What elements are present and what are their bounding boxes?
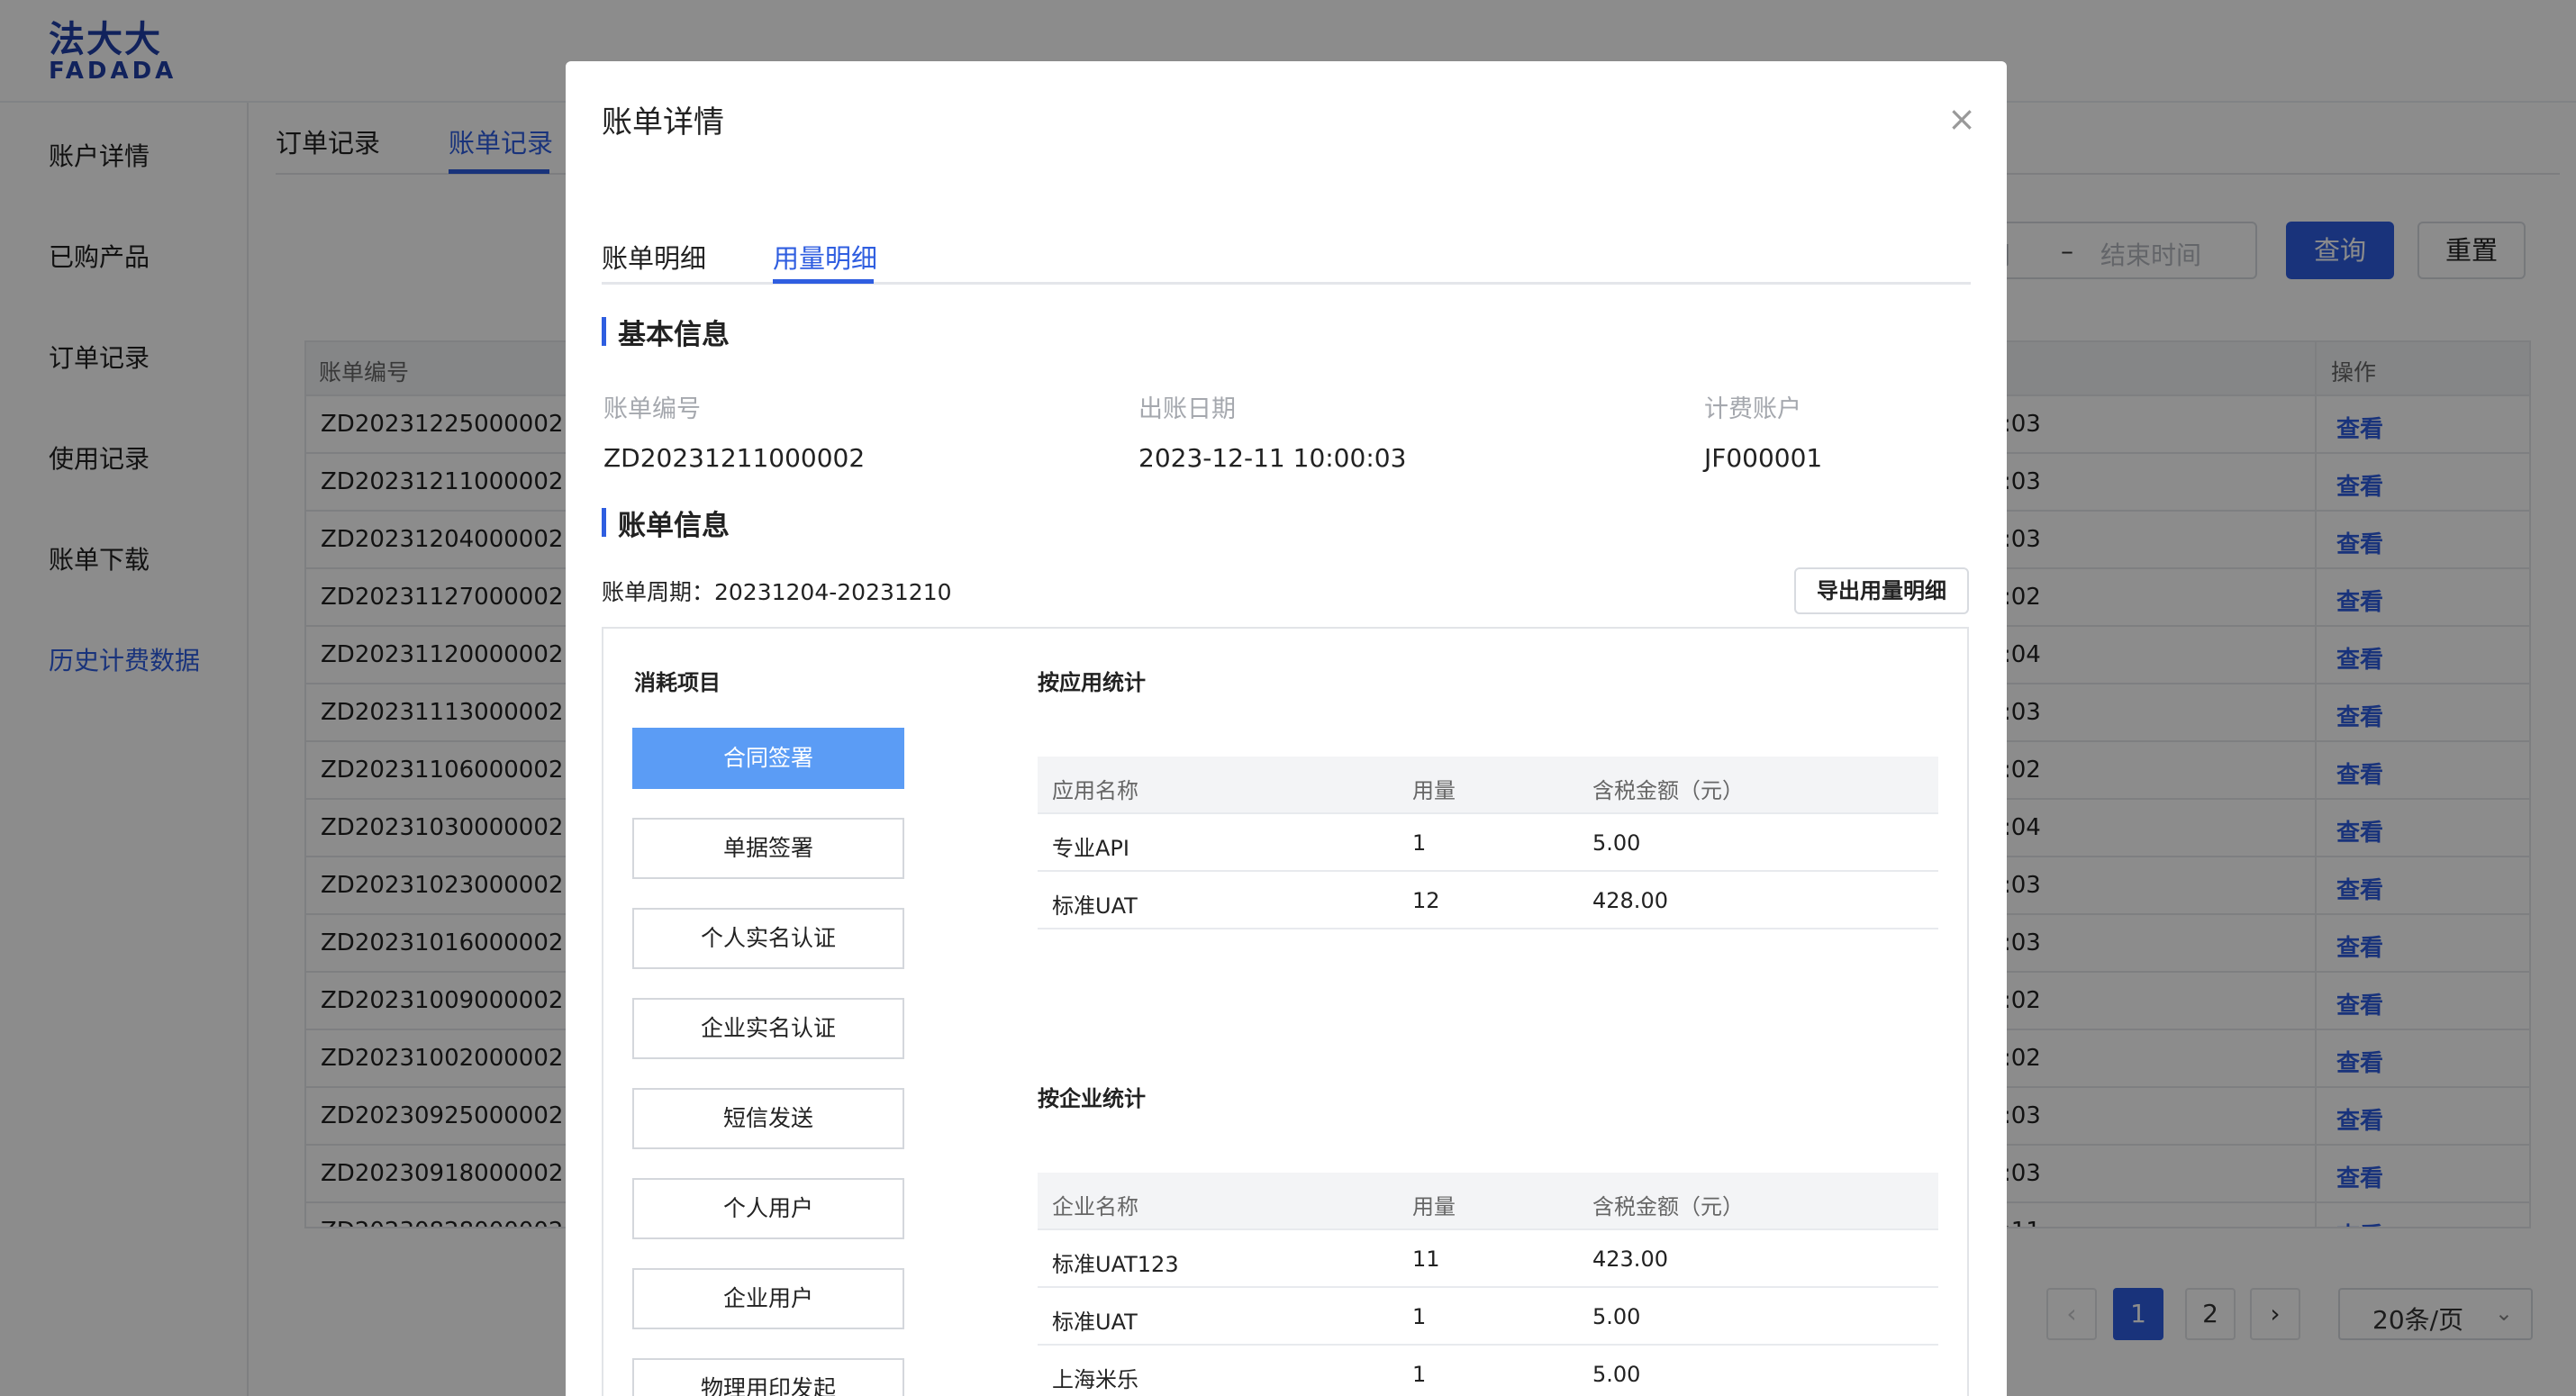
section-accent-bar <box>602 317 606 346</box>
table-header: 应用名称 用量 含税金额（元） <box>1038 757 1938 814</box>
modal-title: 账单详情 <box>602 104 724 141</box>
cell-usage: 12 <box>1412 888 1440 913</box>
by-company-table: 企业名称 用量 含税金额（元） 标准UAT123 11 423.00 标准UAT… <box>1038 1173 1938 1396</box>
label-billing-account: 计费账户 <box>1704 395 1801 423</box>
cell-amount: 428.00 <box>1592 888 1668 913</box>
consume-item-personal-verify[interactable]: 个人实名认证 <box>632 908 904 969</box>
cell-company-name: 标准UAT <box>1052 1310 1138 1335</box>
by-app-title: 按应用统计 <box>1038 670 1146 695</box>
bill-detail-modal: 账单详情 × 账单明细 用量明细 基本信息 账单编号 ZD20231211000… <box>566 61 2007 1396</box>
header-amount: 含税金额（元） <box>1592 778 1744 803</box>
consume-item-company-user[interactable]: 企业用户 <box>632 1268 904 1329</box>
consume-item-contract-sign[interactable]: 合同签署 <box>632 728 904 789</box>
tab-bill-detail[interactable]: 账单明细 <box>602 238 706 276</box>
section-basic-info: 基本信息 <box>602 312 730 352</box>
usage-panel: 消耗项目 合同签署 单据签署 个人实名认证 企业实名认证 短信发送 个人用户 企… <box>602 627 1969 1396</box>
consume-items-label: 消耗项目 <box>634 670 721 695</box>
cell-amount: 423.00 <box>1592 1246 1668 1272</box>
cell-company-name: 上海米乐 <box>1052 1367 1138 1392</box>
consume-item-sms[interactable]: 短信发送 <box>632 1088 904 1149</box>
value-bill-id: ZD20231211000002 <box>603 443 866 473</box>
cell-usage: 1 <box>1412 1362 1427 1387</box>
by-app-table: 应用名称 用量 含税金额（元） 专业API 1 5.00 标准UAT 12 42… <box>1038 757 1938 931</box>
consume-item-physical-seal[interactable]: 物理用印发起 <box>632 1358 904 1396</box>
cell-amount: 5.00 <box>1592 1304 1641 1329</box>
value-bill-date: 2023-12-11 10:00:03 <box>1138 443 1407 473</box>
section-accent-bar <box>602 508 606 537</box>
header-usage: 用量 <box>1412 778 1456 803</box>
by-company-title: 按企业统计 <box>1038 1086 1146 1111</box>
cell-usage: 11 <box>1412 1246 1440 1272</box>
header-company-name: 企业名称 <box>1052 1194 1138 1219</box>
close-icon[interactable]: × <box>1942 99 1982 139</box>
cell-app-name: 标准UAT <box>1052 893 1138 919</box>
section-bill-info: 账单信息 <box>602 503 730 543</box>
header-app-name: 应用名称 <box>1052 778 1138 803</box>
cell-usage: 1 <box>1412 1304 1427 1329</box>
export-usage-button[interactable]: 导出用量明细 <box>1794 567 1969 614</box>
header-usage: 用量 <box>1412 1194 1456 1219</box>
cell-app-name: 专业API <box>1052 836 1129 861</box>
consume-item-company-verify[interactable]: 企业实名认证 <box>632 998 904 1059</box>
table-header: 企业名称 用量 含税金额（元） <box>1038 1173 1938 1230</box>
value-billing-account: JF000001 <box>1704 443 1823 473</box>
table-row: 标准UAT 12 428.00 <box>1038 872 1938 929</box>
table-row: 专业API 1 5.00 <box>1038 814 1938 872</box>
modal-tabs: 账单明细 用量明细 <box>602 225 1971 285</box>
cell-company-name: 标准UAT123 <box>1052 1252 1179 1277</box>
table-row: 上海米乐 1 5.00 <box>1038 1346 1938 1396</box>
label-bill-id: 账单编号 <box>603 395 701 423</box>
header-amount: 含税金额（元） <box>1592 1194 1744 1219</box>
table-row: 标准UAT123 11 423.00 <box>1038 1230 1938 1288</box>
consume-item-document-sign[interactable]: 单据签署 <box>632 818 904 879</box>
cell-amount: 5.00 <box>1592 1362 1641 1387</box>
active-tab-indicator <box>773 279 874 284</box>
section-title: 基本信息 <box>618 319 730 351</box>
section-title: 账单信息 <box>618 510 730 542</box>
cell-amount: 5.00 <box>1592 830 1641 856</box>
consume-item-personal-user[interactable]: 个人用户 <box>632 1178 904 1239</box>
bill-period: 账单周期：20231204-20231210 <box>602 579 952 605</box>
tab-usage-detail[interactable]: 用量明细 <box>773 238 877 276</box>
cell-usage: 1 <box>1412 830 1427 856</box>
table-row: 标准UAT 1 5.00 <box>1038 1288 1938 1346</box>
label-bill-date: 出账日期 <box>1138 395 1236 423</box>
